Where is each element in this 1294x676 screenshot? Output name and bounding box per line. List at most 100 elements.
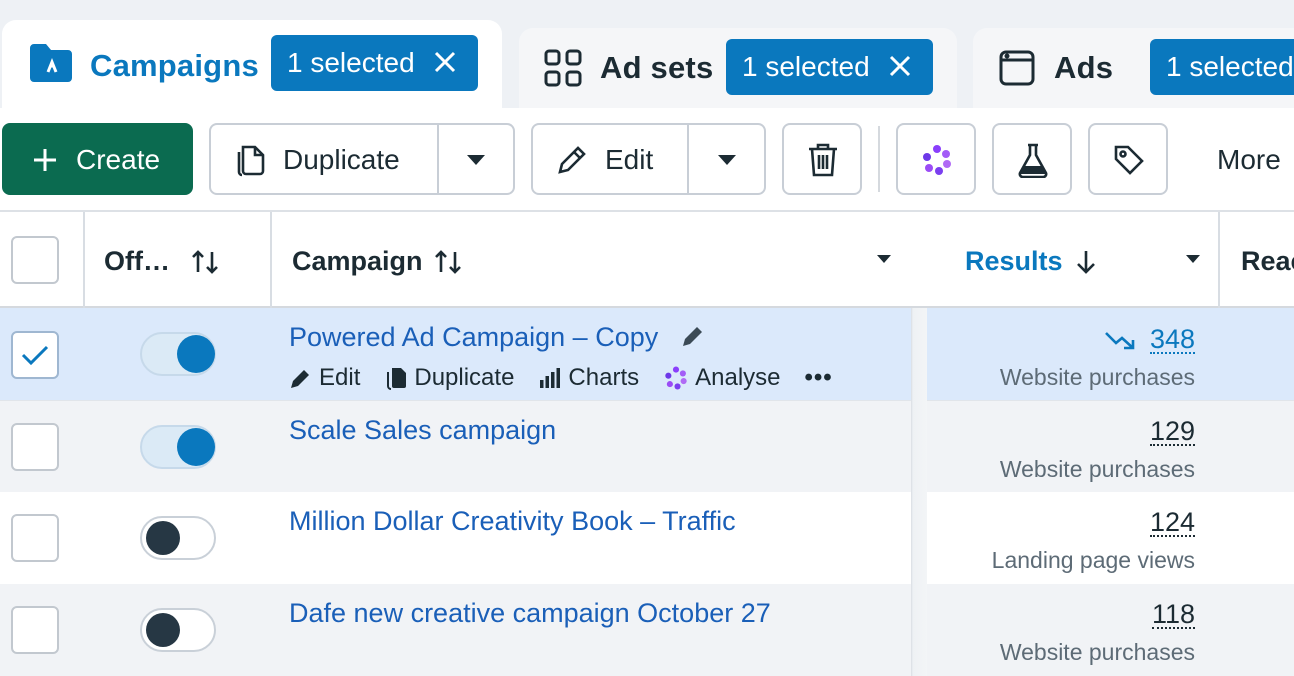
header-off-label: Off… — [104, 246, 170, 276]
chevron-down-icon[interactable] — [1186, 255, 1200, 263]
table-row[interactable]: Dafe new creative campaign October 27 11… — [0, 584, 1294, 676]
clear-selection-icon[interactable] — [885, 51, 915, 81]
row-checkbox[interactable] — [11, 606, 59, 654]
campaign-name-link[interactable]: Million Dollar Creativity Book – Traffic — [289, 506, 736, 537]
trend-down-icon — [1104, 330, 1136, 357]
duplicate-icon — [233, 143, 267, 184]
tag-button[interactable] — [1088, 123, 1168, 195]
campaign-toggle[interactable] — [140, 332, 216, 376]
campaign-name-link[interactable]: Dafe new creative campaign October 27 — [289, 598, 771, 629]
more-options-icon[interactable]: ••• — [805, 364, 833, 392]
pencil-icon — [555, 143, 589, 184]
campaign-table: Off… Campaign Results Reac — [0, 212, 1294, 676]
result-value[interactable]: 118 — [1151, 601, 1195, 629]
tab-ads-label: Ads — [1054, 50, 1114, 85]
row-actions: Edit Duplicate Charts Analyse ••• — [289, 364, 833, 392]
row-duplicate-action[interactable]: Duplicate — [384, 364, 514, 392]
ad-sets-selected-text: 1 selected — [742, 51, 870, 82]
result-label: Website purchases — [999, 639, 1195, 665]
column-divider — [270, 212, 272, 308]
table-row[interactable]: Million Dollar Creativity Book – Traffic… — [0, 492, 1294, 584]
tab-campaigns-label: Campaigns — [90, 48, 259, 83]
toggle-knob — [146, 613, 180, 647]
ads-selected-badge: 1 selected — [1150, 39, 1294, 95]
select-all-checkbox[interactable] — [11, 236, 59, 284]
row-duplicate-label: Duplicate — [414, 364, 515, 391]
header-reach-label: Reac — [1241, 246, 1294, 276]
chevron-down-icon — [718, 155, 736, 165]
trash-icon — [806, 142, 840, 185]
test-button[interactable] — [992, 123, 1072, 195]
tab-campaigns[interactable]: Campaigns 1 selected — [2, 20, 502, 108]
row-charts-label: Charts — [568, 364, 640, 391]
chevron-down-icon[interactable] — [877, 255, 891, 263]
header-results-label: Results — [965, 246, 1063, 276]
header-results[interactable]: Results — [965, 246, 1063, 277]
campaigns-selected-text: 1 selected — [287, 47, 415, 78]
header-off[interactable]: Off… — [104, 246, 170, 277]
sparkle-icon — [665, 366, 687, 390]
result-label: Website purchases — [999, 364, 1195, 390]
pencil-icon[interactable] — [680, 323, 706, 354]
duplicate-label: Duplicate — [283, 144, 400, 175]
sparkle-icon — [920, 143, 954, 184]
campaign-toggle[interactable] — [140, 516, 216, 560]
campaigns-selected-badge: 1 selected — [271, 35, 478, 91]
more-button[interactable]: More — [1217, 144, 1281, 176]
tag-icon — [1112, 143, 1146, 184]
bar-chart-icon — [540, 368, 561, 388]
toggle-knob — [177, 335, 215, 373]
toggle-knob — [177, 428, 215, 466]
flask-icon — [1016, 142, 1050, 185]
duplicate-dropdown[interactable] — [439, 125, 515, 193]
result-label: Website purchases — [999, 456, 1195, 482]
duplicate-icon — [387, 368, 407, 390]
row-checkbox[interactable] — [11, 331, 59, 379]
level-tabs: Campaigns 1 selected Ad sets 1 selected — [0, 0, 1294, 108]
delete-button[interactable] — [782, 123, 862, 195]
toggle-knob — [146, 521, 180, 555]
column-divider — [1218, 212, 1220, 308]
table-row[interactable]: Powered Ad Campaign – Copy Edit Duplicat… — [0, 308, 1294, 400]
row-edit-label: Edit — [319, 364, 361, 391]
window-icon — [999, 50, 1035, 91]
plus-icon — [32, 147, 58, 180]
tab-ads[interactable]: Ads 1 selected — [973, 28, 1294, 108]
campaign-name-link[interactable]: Scale Sales campaign — [289, 415, 556, 446]
campaign-toggle[interactable] — [140, 425, 216, 469]
row-analyse-label: Analyse — [695, 364, 781, 391]
row-charts-action[interactable]: Charts — [538, 364, 639, 392]
tab-ad-sets[interactable]: Ad sets 1 selected — [519, 28, 957, 108]
folder-icon — [28, 42, 74, 89]
clear-selection-icon[interactable] — [430, 47, 460, 77]
result-value[interactable]: 129 — [1149, 418, 1195, 446]
create-button[interactable]: Create — [2, 123, 193, 195]
result-label: Landing page views — [991, 547, 1195, 573]
sort-icon[interactable] — [190, 248, 220, 281]
header-reach[interactable]: Reac — [1241, 246, 1294, 277]
campaign-name-link[interactable]: Powered Ad Campaign – Copy — [289, 322, 658, 353]
header-campaign-label: Campaign — [292, 246, 423, 276]
check-icon — [21, 345, 49, 366]
ads-selected-text: 1 selected — [1166, 51, 1294, 82]
result-value[interactable]: 348 — [1149, 326, 1195, 354]
edit-dropdown[interactable] — [689, 125, 765, 193]
sort-icon[interactable] — [433, 248, 463, 281]
table-header: Off… Campaign Results Reac — [0, 212, 1294, 308]
result-value[interactable]: 124 — [1149, 509, 1195, 537]
header-campaign[interactable]: Campaign — [292, 246, 423, 277]
table-row[interactable]: Scale Sales campaign 129 Website purchas… — [0, 400, 1294, 492]
row-checkbox[interactable] — [11, 423, 59, 471]
row-analyse-action[interactable]: Analyse — [663, 364, 781, 392]
chevron-down-icon — [467, 155, 485, 165]
sort-desc-icon[interactable] — [1074, 248, 1098, 281]
row-edit-action[interactable]: Edit — [289, 364, 360, 392]
ai-analyse-button[interactable] — [896, 123, 976, 195]
row-checkbox[interactable] — [11, 514, 59, 562]
edit-button[interactable]: Edit — [531, 123, 766, 195]
frozen-column-shadow — [911, 308, 927, 676]
campaign-toggle[interactable] — [140, 608, 216, 652]
ad-sets-selected-badge: 1 selected — [726, 39, 933, 95]
duplicate-button[interactable]: Duplicate — [209, 123, 515, 195]
tab-ad-sets-label: Ad sets — [600, 50, 714, 85]
